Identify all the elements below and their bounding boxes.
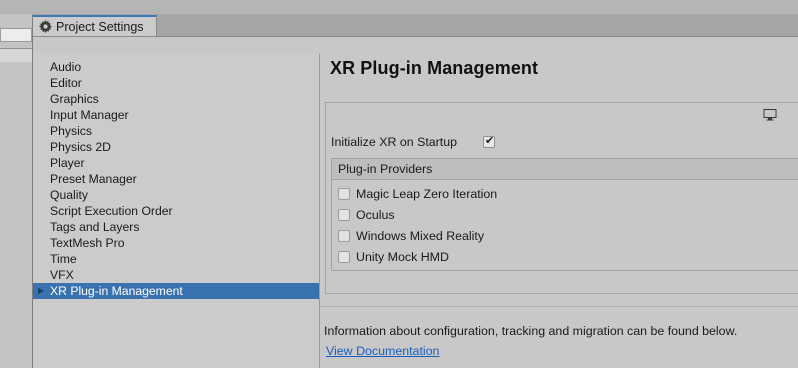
window-title: Project Settings bbox=[56, 19, 144, 34]
sidebar-item-time[interactable]: Time bbox=[33, 251, 319, 267]
initialize-xr-checkbox[interactable]: ✔ bbox=[483, 135, 495, 148]
plugin-providers-header: Plug-in Providers bbox=[332, 159, 798, 180]
provider-checkbox[interactable] bbox=[338, 230, 350, 242]
monitor-icon[interactable] bbox=[763, 109, 777, 121]
sidebar-item-label: Tags and Layers bbox=[50, 220, 140, 234]
sidebar-item-quality[interactable]: Quality bbox=[33, 187, 319, 203]
plugin-providers-group: Plug-in Providers Magic Leap Zero Iterat… bbox=[331, 158, 798, 271]
sidebar-item-physics-2d[interactable]: Physics 2D bbox=[33, 139, 319, 155]
settings-sidebar: Audio Editor Graphics Input Manager Phys… bbox=[33, 54, 320, 368]
sidebar-item-label: Audio bbox=[50, 60, 82, 74]
sidebar-item-textmesh-pro[interactable]: TextMesh Pro bbox=[33, 235, 319, 251]
sidebar-item-label: Editor bbox=[50, 76, 82, 90]
initialize-xr-row: Initialize XR on Startup bbox=[331, 135, 457, 149]
window-titlebar: Project Settings bbox=[33, 14, 798, 37]
background-field bbox=[0, 28, 32, 42]
sidebar-item-label: Preset Manager bbox=[50, 172, 137, 186]
sidebar-item-label: Input Manager bbox=[50, 108, 129, 122]
tab-project-settings[interactable]: Project Settings bbox=[33, 15, 157, 36]
xr-settings-panel: Initialize XR on Startup ✔ Plug-in Provi… bbox=[325, 102, 798, 294]
sidebar-item-editor[interactable]: Editor bbox=[33, 75, 319, 91]
sidebar-item-audio[interactable]: Audio bbox=[33, 59, 319, 75]
sidebar-item-physics[interactable]: Physics bbox=[33, 123, 319, 139]
provider-checkbox[interactable] bbox=[338, 188, 350, 200]
sidebar-item-vfx[interactable]: VFX bbox=[33, 267, 319, 283]
editor-toolbar-background bbox=[0, 0, 798, 14]
sidebar-item-label: Quality bbox=[50, 188, 88, 202]
sidebar-item-tags-and-layers[interactable]: Tags and Layers bbox=[33, 219, 319, 235]
expand-arrow-icon[interactable]: ▶ bbox=[38, 283, 44, 299]
sidebar-item-label: VFX bbox=[50, 268, 74, 282]
page-title: XR Plug-in Management bbox=[330, 58, 539, 78]
provider-label: Unity Mock HMD bbox=[356, 250, 449, 264]
sidebar-item-graphics[interactable]: Graphics bbox=[33, 91, 319, 107]
gear-icon bbox=[39, 20, 52, 33]
sidebar-item-label: Graphics bbox=[50, 92, 99, 106]
checkmark-icon: ✔ bbox=[485, 135, 495, 147]
provider-checkbox[interactable] bbox=[338, 251, 350, 263]
sidebar-item-input-manager[interactable]: Input Manager bbox=[33, 107, 319, 123]
section-divider bbox=[320, 306, 798, 307]
provider-label: Magic Leap Zero Iteration bbox=[356, 187, 498, 201]
initialize-xr-label: Initialize XR on Startup bbox=[331, 135, 458, 149]
provider-label: Windows Mixed Reality bbox=[356, 229, 485, 243]
provider-label: Oculus bbox=[356, 208, 395, 222]
project-settings-window: Project Settings Audio Editor Graphics I… bbox=[32, 14, 798, 368]
sidebar-item-label: Physics bbox=[50, 124, 92, 138]
sidebar-item-label: Player bbox=[50, 156, 85, 170]
sidebar-item-label: Physics 2D bbox=[50, 140, 111, 154]
background-field bbox=[0, 48, 32, 62]
sidebar-item-label: Script Execution Order bbox=[50, 204, 173, 218]
sidebar-item-label: Time bbox=[50, 252, 77, 266]
sidebar-item-script-execution-order[interactable]: Script Execution Order bbox=[33, 203, 319, 219]
sidebar-item-label: TextMesh Pro bbox=[50, 236, 125, 250]
sidebar-item-preset-manager[interactable]: Preset Manager bbox=[33, 171, 319, 187]
sidebar-item-player[interactable]: Player bbox=[33, 155, 319, 171]
sidebar-item-label: XR Plug-in Management bbox=[50, 284, 183, 298]
settings-content: XR Plug-in Management Initialize XR on S… bbox=[320, 54, 798, 368]
info-text: Information about configuration, trackin… bbox=[324, 324, 738, 338]
view-documentation-link[interactable]: View Documentation bbox=[326, 344, 439, 358]
search-toolbar bbox=[33, 37, 798, 55]
editor-background-panel bbox=[0, 14, 32, 368]
provider-checkbox[interactable] bbox=[338, 209, 350, 221]
sidebar-item-xr-plugin-management[interactable]: ▶ XR Plug-in Management bbox=[33, 283, 319, 299]
